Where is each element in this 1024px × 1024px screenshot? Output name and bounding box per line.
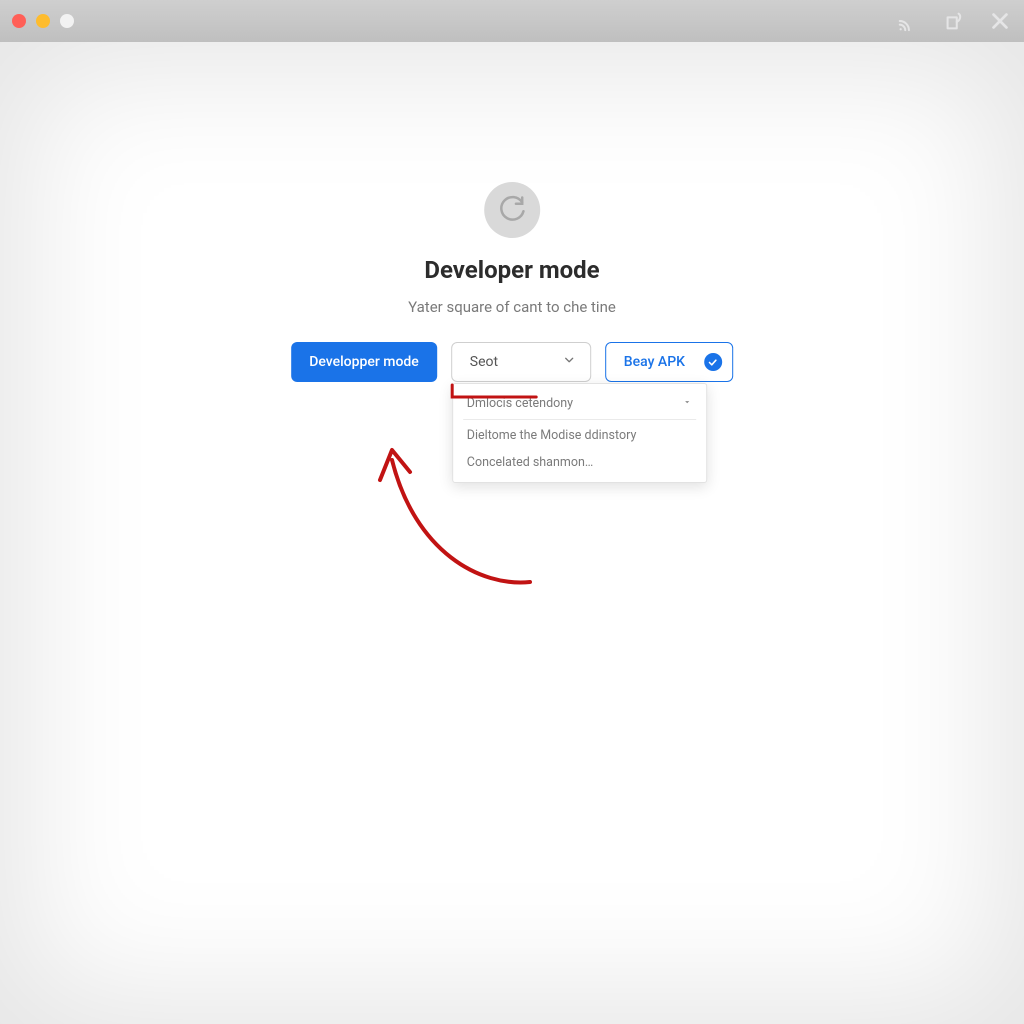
hero-section: Developer mode Yater square of cant to c… bbox=[291, 182, 733, 382]
check-badge-icon bbox=[704, 353, 722, 371]
action-row: Developper mode Seot Dmlocis cetendony bbox=[291, 342, 733, 382]
dropdown-item-3[interactable]: Concelated shanmon… bbox=[453, 449, 706, 476]
titlebar-actions bbox=[896, 0, 1012, 42]
page-title: Developer mode bbox=[424, 256, 599, 284]
dropdown-item-2-label: Dieltome the Modise ddinstory bbox=[467, 428, 637, 443]
dropdown-item-2[interactable]: Dieltome the Modise ddinstory bbox=[453, 422, 706, 449]
minimize-window-button[interactable] bbox=[36, 14, 50, 28]
window-titlebar bbox=[0, 0, 1024, 42]
dropdown-item-1[interactable]: Dmlocis cetendony bbox=[453, 390, 706, 417]
main-content: Developer mode Yater square of cant to c… bbox=[0, 42, 1024, 1024]
beay-apk-label: Beay APK bbox=[624, 354, 685, 370]
traffic-lights bbox=[12, 14, 74, 28]
chevron-down-icon bbox=[562, 353, 576, 371]
page-subtitle: Yater square of cant to che tine bbox=[408, 298, 616, 316]
close-window-button[interactable] bbox=[12, 14, 26, 28]
caret-down-icon bbox=[682, 396, 692, 411]
developer-mode-button[interactable]: Developper mode bbox=[291, 342, 437, 382]
developer-mode-button-label: Developper mode bbox=[309, 354, 419, 370]
select-dropdown[interactable]: Seot Dmlocis cetendony bbox=[451, 342, 591, 382]
maximize-window-button[interactable] bbox=[60, 14, 74, 28]
dropdown-item-3-label: Concelated shanmon… bbox=[467, 455, 593, 470]
hero-refresh-icon bbox=[484, 182, 540, 238]
close-icon[interactable] bbox=[988, 9, 1012, 33]
dropdown-separator bbox=[463, 419, 696, 420]
beay-apk-button[interactable]: Beay APK bbox=[605, 342, 733, 382]
window-tool-icon[interactable] bbox=[942, 9, 966, 33]
cast-icon[interactable] bbox=[896, 9, 920, 33]
dropdown-item-1-label: Dmlocis cetendony bbox=[467, 396, 573, 411]
select-label: Seot bbox=[470, 354, 498, 370]
dropdown-panel: Dmlocis cetendony Dieltome the Modise dd… bbox=[452, 383, 707, 483]
